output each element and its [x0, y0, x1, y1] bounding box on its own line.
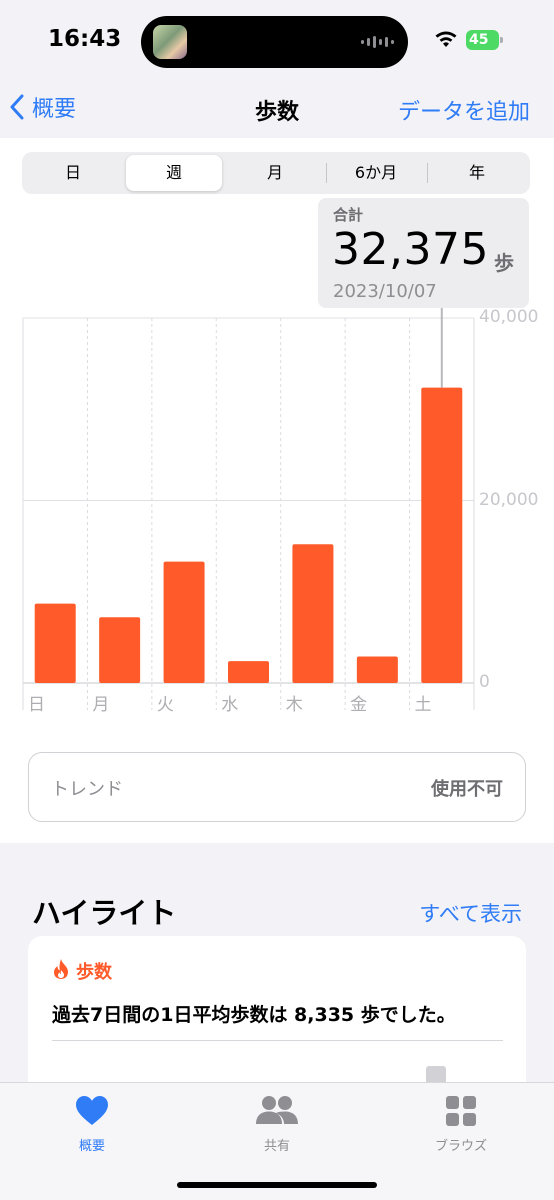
x-tick-label: 金: [350, 695, 368, 715]
y-tick-label: 20,000: [479, 489, 539, 510]
tooltip-unit: 歩: [494, 251, 514, 275]
divider: [52, 1040, 503, 1041]
x-tick-label: 月: [92, 695, 110, 715]
bar-1[interactable]: [99, 617, 141, 683]
y-tick-label: 0: [479, 672, 490, 692]
tab-browse[interactable]: ブラウズ: [401, 1093, 521, 1154]
bar-6[interactable]: [421, 387, 463, 683]
heart-icon: [76, 1096, 108, 1125]
people-icon: [256, 1096, 298, 1124]
tooltip-date: 2023/10/07: [333, 281, 437, 302]
x-tick-label: 水: [221, 695, 239, 715]
x-tick-label: 火: [156, 695, 174, 715]
trend-label: トレンド: [51, 779, 123, 800]
x-tick-label: 日: [28, 695, 45, 715]
tooltip-label: 合計: [333, 206, 364, 224]
tab-summary[interactable]: 概要: [32, 1093, 152, 1154]
selection-tooltip: 合計 32,375 歩 2023/10/07: [318, 198, 529, 308]
highlight-category: 歩数: [76, 962, 112, 983]
bar-0[interactable]: [34, 603, 76, 683]
x-tick-label: 木: [285, 695, 303, 715]
home-indicator: [177, 1182, 377, 1188]
highlight-text: 過去7日間の1日平均歩数は 8,335 歩でした。: [52, 1004, 456, 1026]
tab-summary-label: 概要: [78, 1139, 105, 1154]
highlights-title: ハイライト: [32, 896, 177, 930]
steps-bar-chart[interactable]: [0, 0, 554, 720]
bar-5[interactable]: [356, 656, 398, 683]
tab-sharing[interactable]: 共有: [217, 1093, 337, 1154]
flame-icon: [54, 959, 68, 979]
tab-browse-label: ブラウズ: [434, 1139, 487, 1154]
tab-sharing-label: 共有: [263, 1139, 290, 1154]
tooltip-value: 32,375: [332, 224, 489, 275]
x-tick-label: 土: [414, 695, 432, 715]
grid-icon: [446, 1096, 476, 1126]
bar-2[interactable]: [163, 561, 205, 683]
y-tick-label: 40,000: [479, 307, 539, 327]
trend-value: 使用不可: [431, 779, 503, 800]
see-all-button[interactable]: すべて表示: [419, 898, 522, 928]
bar-4[interactable]: [292, 544, 334, 683]
bar-3[interactable]: [228, 661, 269, 683]
trend-row[interactable]: トレンド 使用不可: [28, 752, 526, 822]
